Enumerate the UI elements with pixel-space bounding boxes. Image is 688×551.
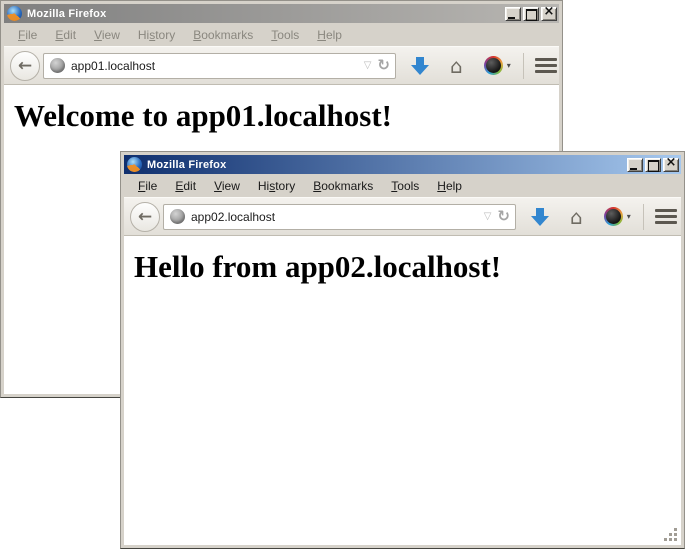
maximize-button[interactable]: [523, 7, 539, 21]
navigation-toolbar: ← app01.localhost ▽ ↻ ⌂ ▾: [4, 46, 559, 85]
url-bar[interactable]: app02.localhost ▽ ↻: [163, 204, 516, 230]
browser-window-app02[interactable]: Mozilla Firefox × FileEditViewHistoryBoo…: [120, 151, 685, 549]
close-button[interactable]: ×: [663, 158, 679, 172]
home-icon[interactable]: ⌂: [450, 56, 463, 76]
firefox-icon: [7, 6, 22, 21]
page-heading: Hello from app02.localhost!: [134, 249, 681, 285]
menu-item-history[interactable]: History: [129, 26, 184, 44]
downloads-icon[interactable]: [411, 57, 429, 75]
site-globe-icon: [50, 58, 65, 73]
menu-item-help[interactable]: Help: [308, 26, 351, 44]
window-controls: ×: [627, 158, 679, 172]
titlebar[interactable]: Mozilla Firefox ×: [124, 155, 681, 174]
menu-item-tools[interactable]: Tools: [262, 26, 308, 44]
titlebar[interactable]: Mozilla Firefox ×: [4, 4, 559, 23]
menu-item-history[interactable]: History: [249, 177, 304, 195]
menu-item-bookmarks[interactable]: Bookmarks: [304, 177, 382, 195]
menu-bar: FileEditViewHistoryBookmarksToolsHelp: [124, 174, 681, 197]
search-engine-icon[interactable]: [484, 56, 503, 75]
menu-bar: FileEditViewHistoryBookmarksToolsHelp: [4, 23, 559, 46]
url-input[interactable]: app02.localhost: [191, 210, 478, 224]
menu-hamburger-icon[interactable]: [655, 209, 677, 224]
site-globe-icon: [170, 209, 185, 224]
menu-hamburger-icon[interactable]: [535, 58, 557, 73]
url-input[interactable]: app01.localhost: [71, 59, 358, 73]
reload-icon[interactable]: ↻: [497, 209, 510, 224]
page-content: Hello from app02.localhost!: [124, 236, 681, 545]
menu-item-file[interactable]: File: [9, 26, 46, 44]
menu-item-file[interactable]: File: [129, 177, 166, 195]
menu-item-edit[interactable]: Edit: [46, 26, 85, 44]
window-controls: ×: [505, 7, 557, 21]
menu-item-help[interactable]: Help: [428, 177, 471, 195]
back-button[interactable]: ←: [10, 51, 40, 81]
minimize-button[interactable]: [505, 7, 521, 21]
menu-item-tools[interactable]: Tools: [382, 177, 428, 195]
search-engine-icon[interactable]: [604, 207, 623, 226]
back-button[interactable]: ←: [130, 202, 160, 232]
downloads-icon[interactable]: [531, 208, 549, 226]
search-caret-icon[interactable]: ▾: [507, 61, 511, 70]
url-bar[interactable]: app01.localhost ▽ ↻: [43, 53, 396, 79]
menu-item-view[interactable]: View: [85, 26, 129, 44]
search-caret-icon[interactable]: ▾: [627, 212, 631, 221]
navigation-toolbar: ← app02.localhost ▽ ↻ ⌂ ▾: [124, 197, 681, 236]
close-button[interactable]: ×: [541, 7, 557, 21]
minimize-button[interactable]: [627, 158, 643, 172]
toolbar-separator: [523, 53, 524, 79]
window-title: Mozilla Firefox: [146, 159, 623, 171]
firefox-icon: [127, 157, 142, 172]
reload-icon[interactable]: ↻: [377, 58, 390, 73]
url-dropdown-icon[interactable]: ▽: [364, 60, 372, 71]
home-icon[interactable]: ⌂: [570, 207, 583, 227]
menu-item-edit[interactable]: Edit: [166, 177, 205, 195]
menu-item-bookmarks[interactable]: Bookmarks: [184, 26, 262, 44]
toolbar-separator: [643, 204, 644, 230]
url-dropdown-icon[interactable]: ▽: [484, 211, 492, 222]
page-heading: Welcome to app01.localhost!: [14, 98, 559, 134]
window-title: Mozilla Firefox: [26, 8, 501, 20]
maximize-button[interactable]: [645, 158, 661, 172]
menu-item-view[interactable]: View: [205, 177, 249, 195]
resize-grip[interactable]: [664, 528, 678, 542]
